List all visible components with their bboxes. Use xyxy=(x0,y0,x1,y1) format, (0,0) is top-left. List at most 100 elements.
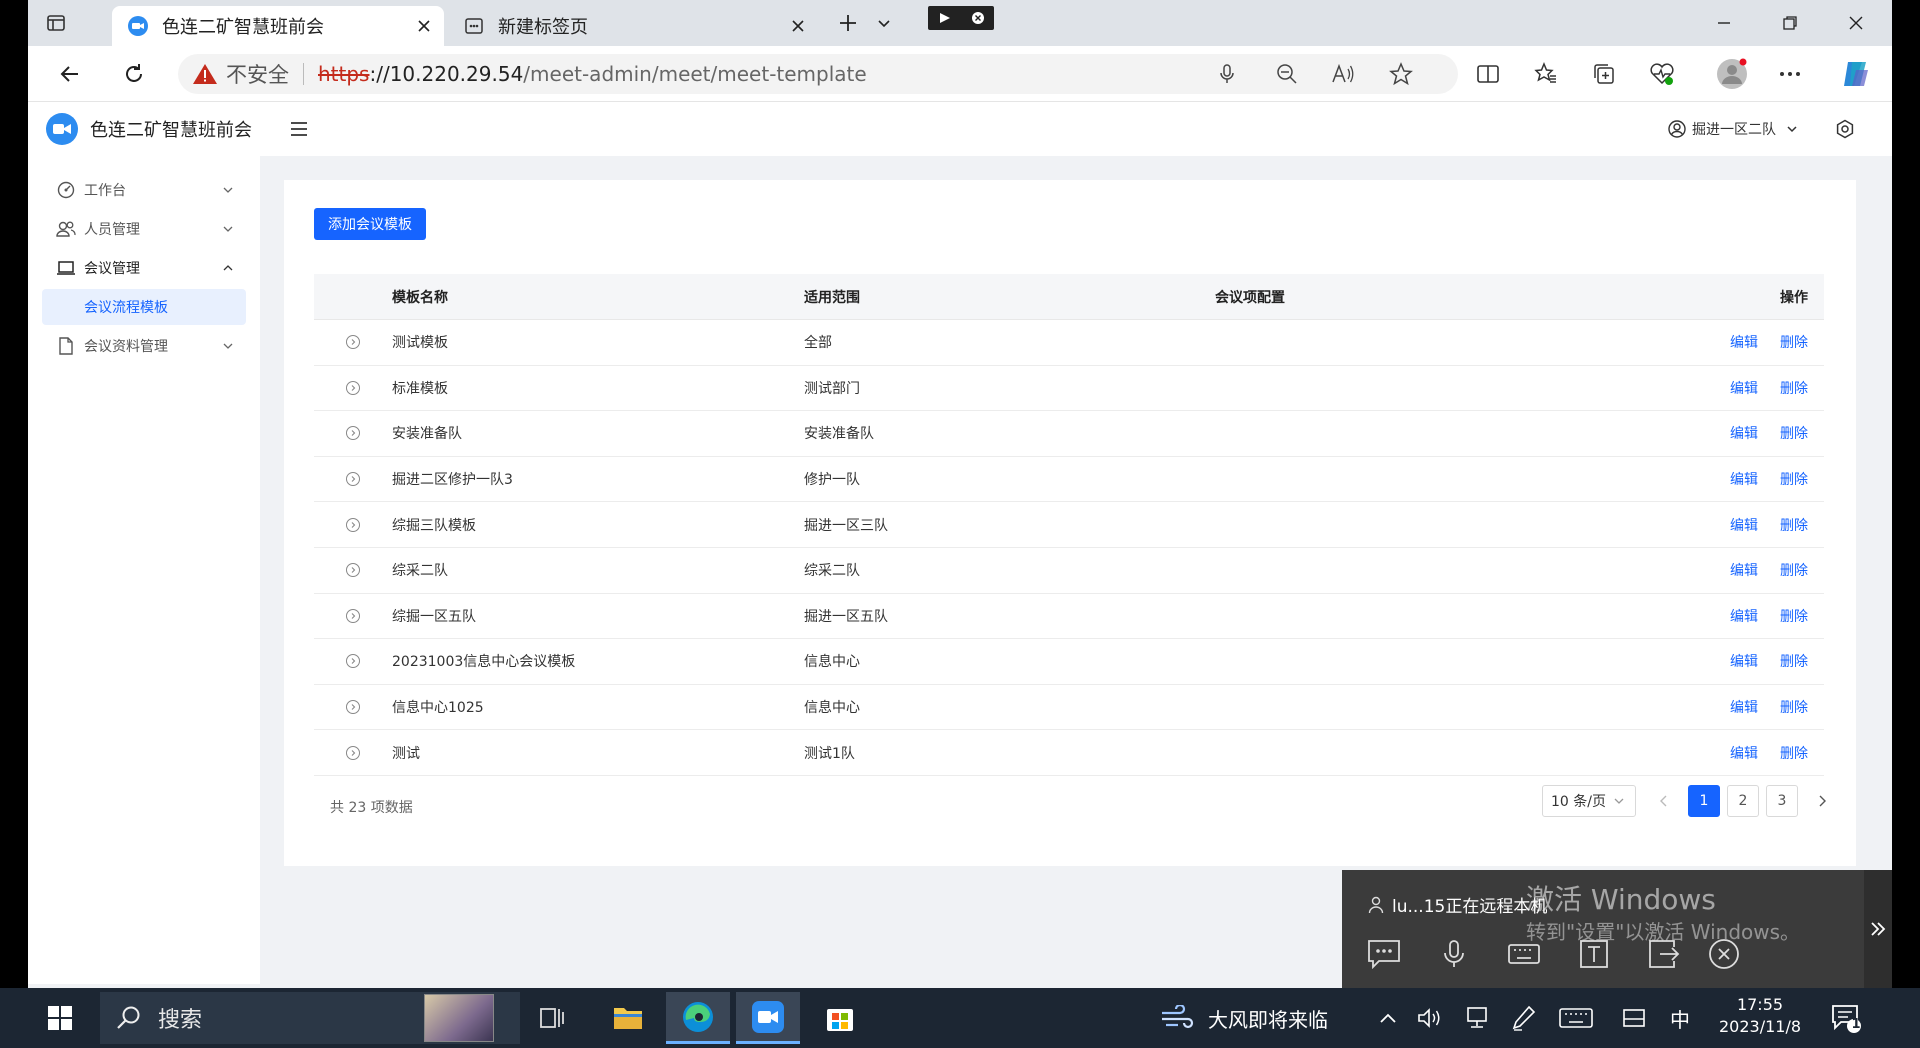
tab-actions-icon[interactable] xyxy=(40,8,72,38)
edit-link[interactable]: 编辑 xyxy=(1730,606,1758,626)
input-method-indicator[interactable]: 中 xyxy=(1664,1002,1696,1034)
sidebar-item-meeting-materials[interactable]: 会议资料管理 xyxy=(42,328,246,364)
template-name: 综掘一区五队 xyxy=(392,608,476,625)
taskbar-search-box[interactable]: 搜索 xyxy=(100,992,520,1044)
show-hidden-icons-chevron-icon[interactable] xyxy=(1372,1002,1404,1034)
collections-icon[interactable] xyxy=(1586,56,1622,92)
display-mode-icon[interactable] xyxy=(1618,1002,1650,1034)
expand-row-icon[interactable] xyxy=(346,745,360,760)
notification-center-icon[interactable]: 1 xyxy=(1828,1000,1864,1036)
user-menu[interactable]: 掘进一区二队 xyxy=(1668,116,1798,142)
next-page-icon[interactable] xyxy=(1806,785,1838,817)
remote-close-icon[interactable] xyxy=(971,11,985,25)
delete-link[interactable]: 删除 xyxy=(1780,651,1808,671)
more-options-icon[interactable] xyxy=(1772,56,1808,92)
sidebar-item-meeting-management[interactable]: 会议管理 xyxy=(42,250,246,286)
delete-link[interactable]: 删除 xyxy=(1780,332,1808,352)
restore-icon[interactable] xyxy=(1758,6,1822,40)
windows-start-icon[interactable] xyxy=(44,1002,76,1034)
touch-keyboard-icon[interactable] xyxy=(1556,1002,1596,1034)
back-icon[interactable] xyxy=(50,56,90,92)
taskbar-clock[interactable]: 17:55 2023/11/8 xyxy=(1710,994,1810,1038)
prev-page-icon[interactable] xyxy=(1648,785,1680,817)
tab-new[interactable]: 新建标签页 xyxy=(448,6,818,46)
sidebar-item-meeting-templates[interactable]: 会议流程模板 xyxy=(42,289,246,325)
app-header: 色连二矿智慧班前会 掘进一区二队 xyxy=(28,102,1892,156)
edit-link[interactable]: 编辑 xyxy=(1730,332,1758,352)
edit-link[interactable]: 编辑 xyxy=(1730,560,1758,580)
read-aloud-icon[interactable] xyxy=(1328,60,1358,88)
expand-row-icon[interactable] xyxy=(346,517,360,532)
profile-avatar[interactable] xyxy=(1714,56,1750,92)
microphone-icon[interactable] xyxy=(1212,60,1242,88)
new-tab-plus-icon[interactable] xyxy=(832,8,864,38)
edit-link[interactable]: 编辑 xyxy=(1730,378,1758,398)
page-size-select[interactable]: 10 条/页 xyxy=(1542,785,1636,817)
exit-fullscreen-icon[interactable] xyxy=(1644,934,1684,974)
favorite-star-icon[interactable] xyxy=(1386,60,1416,88)
warning-icon[interactable] xyxy=(192,62,218,86)
menu-toggle-icon[interactable] xyxy=(286,116,312,142)
expand-row-icon[interactable] xyxy=(346,700,360,715)
sidebar-item-personnel[interactable]: 人员管理 xyxy=(42,211,246,247)
edit-link[interactable]: 编辑 xyxy=(1730,651,1758,671)
favorites-icon[interactable] xyxy=(1528,56,1564,92)
edit-link[interactable]: 编辑 xyxy=(1730,743,1758,763)
network-icon[interactable] xyxy=(1462,1002,1494,1034)
expand-row-icon[interactable] xyxy=(346,608,360,623)
remote-session-bar[interactable] xyxy=(928,6,994,30)
page-button-2[interactable]: 2 xyxy=(1727,785,1759,817)
page-button-1[interactable]: 1 xyxy=(1688,785,1720,817)
disconnect-icon[interactable] xyxy=(1704,934,1744,974)
microsoft-store-icon[interactable] xyxy=(808,992,872,1044)
close-window-icon[interactable] xyxy=(1824,6,1888,40)
volume-icon[interactable] xyxy=(1414,1002,1446,1034)
keyboard-icon[interactable] xyxy=(1504,934,1544,974)
microphone-icon[interactable] xyxy=(1434,934,1474,974)
refresh-icon[interactable] xyxy=(114,56,154,92)
zoom-out-icon[interactable] xyxy=(1272,60,1302,88)
expand-row-icon[interactable] xyxy=(346,426,360,441)
settings-icon[interactable] xyxy=(1832,116,1858,142)
close-tab-icon[interactable] xyxy=(786,14,810,38)
sidebar-item-workbench[interactable]: 工作台 xyxy=(42,172,246,208)
expand-row-icon[interactable] xyxy=(346,654,360,669)
expand-row-icon[interactable] xyxy=(346,563,360,578)
security-label[interactable]: 不安全 xyxy=(226,59,289,89)
pen-icon[interactable] xyxy=(1508,1002,1540,1034)
minimize-icon[interactable] xyxy=(1692,6,1756,40)
delete-link[interactable]: 删除 xyxy=(1780,606,1808,626)
upload-file-icon[interactable] xyxy=(1574,934,1614,974)
copilot-icon[interactable] xyxy=(1838,56,1874,92)
expand-row-icon[interactable] xyxy=(346,380,360,395)
task-view-icon[interactable] xyxy=(520,992,584,1044)
edit-link[interactable]: 编辑 xyxy=(1730,469,1758,489)
browser-essentials-icon[interactable] xyxy=(1644,56,1680,92)
add-template-button[interactable]: 添加会议模板 xyxy=(314,208,426,240)
delete-link[interactable]: 删除 xyxy=(1780,743,1808,763)
expand-row-icon[interactable] xyxy=(346,472,360,487)
delete-link[interactable]: 删除 xyxy=(1780,469,1808,489)
address-bar[interactable]: 不安全 https ://10.220.29.54 /meet-admin/me… xyxy=(178,54,1458,94)
file-explorer-icon[interactable] xyxy=(596,992,660,1044)
delete-link[interactable]: 删除 xyxy=(1780,378,1808,398)
delete-link[interactable]: 删除 xyxy=(1780,423,1808,443)
edit-link[interactable]: 编辑 xyxy=(1730,697,1758,717)
edge-browser-icon[interactable] xyxy=(666,992,730,1044)
meeting-app-icon[interactable] xyxy=(736,992,800,1044)
weather-widget[interactable]: 大风即将来临 xyxy=(1160,1000,1328,1036)
tab-list-chevron-icon[interactable] xyxy=(868,8,900,38)
edit-link[interactable]: 编辑 xyxy=(1730,515,1758,535)
tab-meeting[interactable]: 色连二矿智慧班前会 xyxy=(112,6,444,46)
delete-link[interactable]: 删除 xyxy=(1780,560,1808,580)
edit-link[interactable]: 编辑 xyxy=(1730,423,1758,443)
page-button-3[interactable]: 3 xyxy=(1766,785,1798,817)
delete-link[interactable]: 删除 xyxy=(1780,515,1808,535)
split-screen-icon[interactable] xyxy=(1470,56,1506,92)
template-scope: 信息中心 xyxy=(804,700,860,717)
chat-icon[interactable] xyxy=(1364,934,1404,974)
expand-panel-icon[interactable] xyxy=(1864,870,1892,988)
close-tab-icon[interactable] xyxy=(412,14,436,38)
delete-link[interactable]: 删除 xyxy=(1780,697,1808,717)
expand-row-icon[interactable] xyxy=(346,335,360,350)
